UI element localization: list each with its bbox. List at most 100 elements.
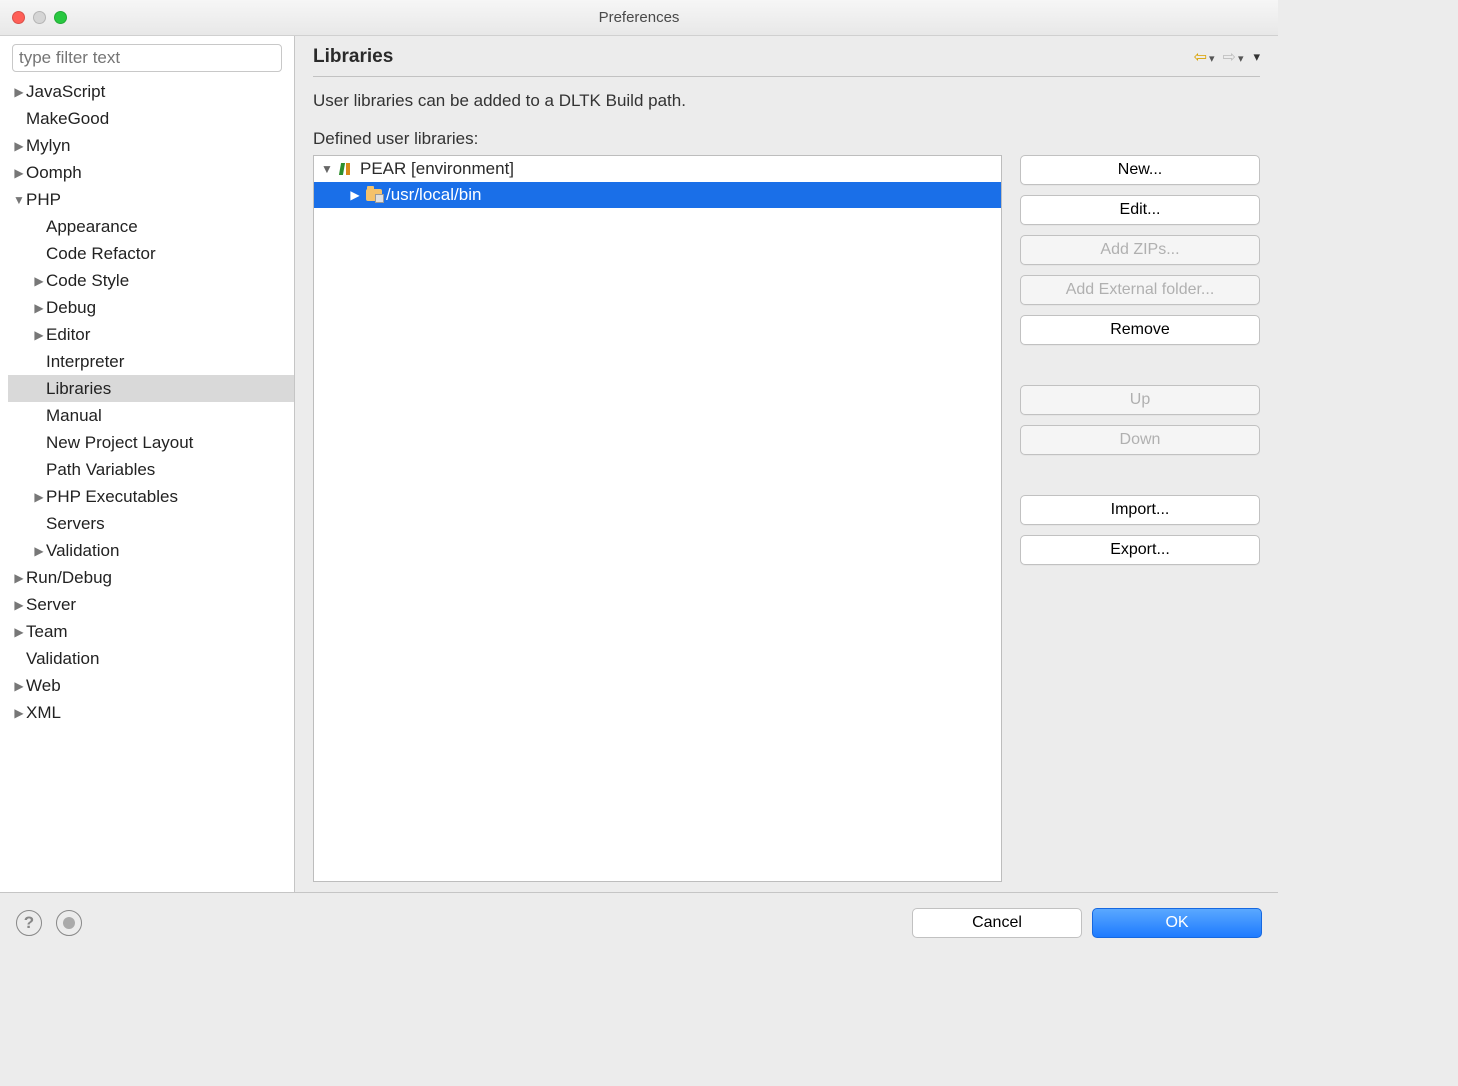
sidebar-item-php[interactable]: ▼PHP	[8, 186, 294, 213]
sidebar-item-label: Validation	[46, 541, 119, 561]
sidebar-item-team[interactable]: ▶Team	[8, 618, 294, 645]
new-button[interactable]: New...	[1020, 155, 1260, 185]
library-tree-item[interactable]: ▶ /usr/local/bin	[314, 182, 1001, 208]
sidebar-item-code-style[interactable]: ▶Code Style	[8, 267, 294, 294]
sidebar-item-label: Interpreter	[46, 352, 124, 372]
collapse-icon[interactable]: ▼	[320, 162, 334, 176]
sidebar-item-validation[interactable]: ▶Validation	[8, 537, 294, 564]
nav-forward-icon: ⇨▾	[1223, 47, 1244, 67]
expand-icon[interactable]: ▶	[12, 571, 26, 585]
sidebar-item-label: JavaScript	[26, 82, 105, 102]
sidebar-item-code-refactor[interactable]: Code Refactor	[8, 240, 294, 267]
add-zips-button: Add ZIPs...	[1020, 235, 1260, 265]
collapse-icon[interactable]: ▼	[12, 193, 26, 207]
sidebar-item-servers[interactable]: Servers	[8, 510, 294, 537]
sidebar-item-label: Path Variables	[46, 460, 155, 480]
sidebar-item-label: Manual	[46, 406, 102, 426]
up-button: Up	[1020, 385, 1260, 415]
cancel-button[interactable]: Cancel	[912, 908, 1082, 938]
titlebar: Preferences	[0, 0, 1278, 36]
import-button[interactable]: Import...	[1020, 495, 1260, 525]
library-tree[interactable]: ▼ PEAR [environment]▶ /usr/local/bin	[313, 155, 1002, 882]
sidebar-item-oomph[interactable]: ▶Oomph	[8, 159, 294, 186]
sidebar-item-server[interactable]: ▶Server	[8, 591, 294, 618]
list-label: Defined user libraries:	[313, 129, 1260, 149]
sidebar-item-label: Code Style	[46, 271, 129, 291]
sidebar-item-php-executables[interactable]: ▶PHP Executables	[8, 483, 294, 510]
dialog-footer: ? Cancel OK	[0, 892, 1278, 952]
library-tree-item[interactable]: ▼ PEAR [environment]	[314, 156, 1001, 182]
page-description: User libraries can be added to a DLTK Bu…	[313, 91, 1260, 111]
remove-button[interactable]: Remove	[1020, 315, 1260, 345]
sidebar-item-label: Web	[26, 676, 61, 696]
expand-icon[interactable]: ▶	[348, 188, 362, 202]
sidebar-item-label: MakeGood	[26, 109, 109, 129]
edit-button[interactable]: Edit...	[1020, 195, 1260, 225]
expand-icon[interactable]: ▶	[12, 166, 26, 180]
expand-icon[interactable]: ▶	[32, 301, 46, 315]
main-panel: Libraries ⇦▾ ⇨▾ ▾ User libraries can be …	[295, 36, 1278, 892]
sidebar-item-label: XML	[26, 703, 61, 723]
nav-back-icon[interactable]: ⇦▾	[1194, 47, 1215, 67]
sidebar-item-run-debug[interactable]: ▶Run/Debug	[8, 564, 294, 591]
expand-icon[interactable]: ▶	[32, 544, 46, 558]
sidebar-item-label: Libraries	[46, 379, 111, 399]
sidebar-item-web[interactable]: ▶Web	[8, 672, 294, 699]
sidebar-item-appearance[interactable]: Appearance	[8, 213, 294, 240]
sidebar-item-interpreter[interactable]: Interpreter	[8, 348, 294, 375]
help-icon[interactable]: ?	[16, 910, 42, 936]
expand-icon[interactable]: ▶	[12, 706, 26, 720]
action-buttons: New... Edit... Add ZIPs... Add External …	[1020, 155, 1260, 882]
expand-icon[interactable]: ▶	[12, 625, 26, 639]
sidebar-item-xml[interactable]: ▶XML	[8, 699, 294, 726]
sidebar-item-label: Oomph	[26, 163, 82, 183]
expand-icon[interactable]: ▶	[12, 598, 26, 612]
sidebar-item-label: Run/Debug	[26, 568, 112, 588]
sidebar-item-manual[interactable]: Manual	[8, 402, 294, 429]
preferences-tree: ▶JavaScriptMakeGood▶Mylyn▶Oomph▼PHPAppea…	[8, 78, 294, 726]
sidebar-item-editor[interactable]: ▶Editor	[8, 321, 294, 348]
sidebar-item-validation[interactable]: Validation	[8, 645, 294, 672]
sidebar-item-label: Code Refactor	[46, 244, 156, 264]
expand-icon[interactable]: ▶	[32, 274, 46, 288]
sidebar-item-label: Team	[26, 622, 68, 642]
sidebar-item-label: Servers	[46, 514, 105, 534]
expand-icon[interactable]: ▶	[12, 139, 26, 153]
sidebar-item-label: Appearance	[46, 217, 138, 237]
page-title: Libraries	[313, 46, 393, 68]
sidebar-item-path-variables[interactable]: Path Variables	[8, 456, 294, 483]
expand-icon[interactable]: ▶	[12, 85, 26, 99]
expand-icon[interactable]: ▶	[12, 679, 26, 693]
library-icon	[338, 162, 356, 176]
down-button: Down	[1020, 425, 1260, 455]
sidebar-item-label: New Project Layout	[46, 433, 193, 453]
sidebar-item-new-project-layout[interactable]: New Project Layout	[8, 429, 294, 456]
expand-icon[interactable]: ▶	[32, 490, 46, 504]
sidebar-item-label: Mylyn	[26, 136, 70, 156]
header-nav-icons: ⇦▾ ⇨▾ ▾	[1194, 47, 1260, 67]
filter-input[interactable]	[12, 44, 282, 72]
library-item-label: PEAR [environment]	[360, 159, 514, 179]
sidebar-item-mylyn[interactable]: ▶Mylyn	[8, 132, 294, 159]
sidebar-item-label: Server	[26, 595, 76, 615]
library-item-label: /usr/local/bin	[386, 185, 481, 205]
sidebar-item-debug[interactable]: ▶Debug	[8, 294, 294, 321]
export-button[interactable]: Export...	[1020, 535, 1260, 565]
add-external-folder-button: Add External folder...	[1020, 275, 1260, 305]
sidebar-item-label: Editor	[46, 325, 90, 345]
window-title: Preferences	[0, 9, 1278, 26]
preferences-sidebar: ▶JavaScriptMakeGood▶Mylyn▶Oomph▼PHPAppea…	[0, 36, 295, 892]
ok-button[interactable]: OK	[1092, 908, 1262, 938]
expand-icon[interactable]: ▶	[32, 328, 46, 342]
sidebar-item-label: Validation	[26, 649, 99, 669]
sidebar-item-javascript[interactable]: ▶JavaScript	[8, 78, 294, 105]
sidebar-item-label: PHP Executables	[46, 487, 178, 507]
status-icon[interactable]	[56, 910, 82, 936]
view-menu-icon[interactable]: ▾	[1253, 49, 1260, 65]
sidebar-item-label: Debug	[46, 298, 96, 318]
sidebar-item-label: PHP	[26, 190, 61, 210]
folder-icon	[366, 189, 382, 201]
sidebar-item-libraries[interactable]: Libraries	[8, 375, 294, 402]
sidebar-item-makegood[interactable]: MakeGood	[8, 105, 294, 132]
main-header: Libraries ⇦▾ ⇨▾ ▾	[313, 46, 1260, 77]
